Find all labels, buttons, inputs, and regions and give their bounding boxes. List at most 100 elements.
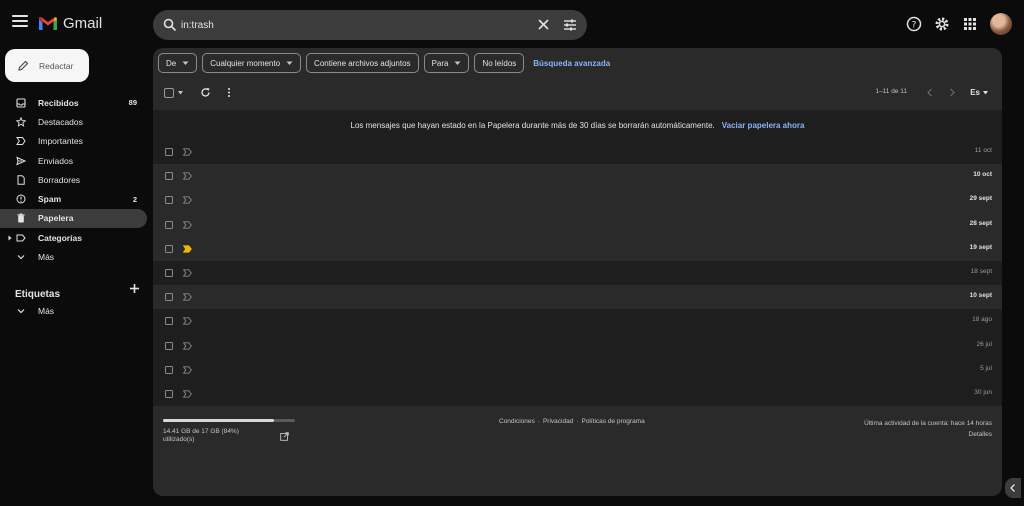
sidebar-item-label: Enviados <box>38 155 73 166</box>
advanced-search-link[interactable]: Búsqueda avanzada <box>533 59 610 68</box>
top-bar: Gmail ? <box>0 0 1024 50</box>
activity-details-link[interactable]: Detalles <box>864 429 992 440</box>
search-filter-chips: De Cualquier momento Contiene archivos a… <box>158 53 610 73</box>
chevron-down-icon <box>983 90 988 94</box>
labels-more-item[interactable]: Más <box>16 306 54 316</box>
row-checkbox[interactable] <box>165 220 173 229</box>
message-row[interactable]: 30 jun <box>153 381 1002 407</box>
select-options-chevron-icon[interactable] <box>178 91 183 95</box>
chevron-down-icon <box>17 309 25 314</box>
search-bar[interactable] <box>153 10 587 40</box>
important-marker-icon[interactable] <box>183 317 192 325</box>
chevron-left-icon <box>1010 484 1015 492</box>
row-checkbox[interactable] <box>165 196 173 205</box>
main-panel: De Cualquier momento Contiene archivos a… <box>153 48 1002 496</box>
row-checkbox[interactable] <box>165 244 173 253</box>
message-date: 29 sept <box>969 195 992 203</box>
row-checkbox[interactable] <box>165 365 173 374</box>
input-tools-toggle[interactable]: Es <box>970 88 988 97</box>
important-marker-icon[interactable] <box>183 196 192 205</box>
sidebar-item-inbox[interactable]: Recibidos 89 <box>0 93 147 112</box>
row-checkbox[interactable] <box>165 293 173 302</box>
app-name: Gmail <box>63 15 103 32</box>
message-row[interactable]: 18 ago <box>153 309 1002 334</box>
sidebar-item-label: Recibidos <box>38 97 79 108</box>
important-marker-icon[interactable] <box>183 220 192 229</box>
filter-chip-has-attachments[interactable]: Contiene archivos adjuntos <box>306 53 419 73</box>
trash-icon <box>17 213 25 223</box>
pencil-icon <box>18 60 29 71</box>
sidebar-item-sent[interactable]: Enviados <box>0 151 147 170</box>
row-checkbox[interactable] <box>165 268 173 277</box>
clear-search-icon[interactable] <box>537 18 550 31</box>
message-row[interactable]: 26 jul <box>153 333 1002 358</box>
search-input[interactable] <box>181 16 521 34</box>
message-row[interactable]: 10 sept <box>153 285 1002 310</box>
message-row[interactable]: 11 oct <box>153 140 1002 165</box>
open-in-new-icon[interactable] <box>280 432 289 441</box>
message-date: 18 sept <box>970 267 992 275</box>
side-panel-toggle[interactable] <box>1005 478 1021 498</box>
sidebar-item-more[interactable]: Más <box>0 247 147 266</box>
account-avatar[interactable] <box>990 13 1012 35</box>
caret-right-icon[interactable] <box>7 235 13 241</box>
chevron-down-icon <box>17 255 25 260</box>
row-checkbox[interactable] <box>165 172 173 181</box>
important-icon <box>16 137 26 146</box>
more-vert-icon[interactable] <box>227 87 231 98</box>
filter-chip-from[interactable]: De <box>158 53 198 73</box>
sidebar-item-spam[interactable]: Spam 2 <box>0 189 147 208</box>
row-checkbox[interactable] <box>165 148 173 156</box>
sidebar-item-label: Borradores <box>38 174 81 185</box>
important-marker-icon[interactable] <box>183 390 192 398</box>
row-checkbox[interactable] <box>165 341 173 350</box>
chevron-right-icon[interactable] <box>948 88 956 97</box>
important-marker-icon[interactable] <box>183 293 192 301</box>
sidebar-item-trash[interactable]: Papelera <box>0 208 147 229</box>
message-row[interactable]: 10 oct <box>153 164 1002 189</box>
sidebar-item-drafts[interactable]: Borradores <box>0 170 147 189</box>
sidebar-item-important[interactable]: Importantes <box>0 132 147 151</box>
gmail-m-icon <box>39 17 57 30</box>
sidebar-item-categories[interactable]: Categorías <box>0 228 147 247</box>
row-checkbox[interactable] <box>165 389 173 398</box>
last-activity-text: Última actividad de la cuenta: hace 14 h… <box>864 420 992 427</box>
send-icon <box>16 156 26 165</box>
important-marker-icon[interactable] <box>183 341 192 350</box>
message-row[interactable]: 28 sept <box>153 212 1002 237</box>
settings-gear-icon[interactable] <box>934 16 950 32</box>
empty-trash-link[interactable]: Vaciar papelera ahora <box>722 121 805 130</box>
privacy-link[interactable]: Privacidad <box>543 418 573 425</box>
gmail-logo[interactable]: Gmail <box>38 15 102 32</box>
row-checkbox[interactable] <box>165 317 173 326</box>
compose-button[interactable]: Redactar <box>5 49 89 82</box>
help-icon[interactable]: ? <box>906 16 922 32</box>
message-row[interactable]: 18 sept <box>153 260 1002 286</box>
sidebar-item-label: Papelera <box>38 213 74 224</box>
message-row[interactable]: 19 sept <box>153 236 1002 261</box>
message-date: 19 sept <box>969 243 992 251</box>
important-marker-icon[interactable] <box>183 172 192 180</box>
add-label-icon[interactable] <box>129 283 140 294</box>
filter-chip-unread[interactable]: No leídos <box>474 53 525 73</box>
message-row[interactable]: 29 sept <box>153 188 1002 213</box>
important-marker-icon[interactable] <box>183 245 192 253</box>
chevron-left-icon[interactable] <box>926 88 934 97</box>
refresh-icon[interactable] <box>200 87 211 98</box>
search-options-icon[interactable] <box>563 18 577 32</box>
apps-grid-icon[interactable] <box>962 16 978 32</box>
sidebar-item-starred[interactable]: Destacados <box>0 112 147 131</box>
message-row[interactable]: 5 jul <box>153 357 1002 382</box>
search-icon[interactable] <box>163 18 177 32</box>
inbox-icon <box>16 98 26 108</box>
program-policies-link[interactable]: Políticas de programa <box>581 418 644 425</box>
main-menu-icon[interactable] <box>12 15 28 29</box>
filter-chip-any-time[interactable]: Cualquier momento <box>202 53 302 73</box>
select-all-checkbox[interactable] <box>164 88 174 98</box>
chevron-down-icon <box>182 61 189 65</box>
filter-chip-to[interactable]: Para <box>423 53 470 73</box>
important-marker-icon[interactable] <box>183 148 192 156</box>
important-marker-icon[interactable] <box>183 269 192 277</box>
important-marker-icon[interactable] <box>183 366 192 374</box>
terms-link[interactable]: Condiciones <box>499 418 535 425</box>
